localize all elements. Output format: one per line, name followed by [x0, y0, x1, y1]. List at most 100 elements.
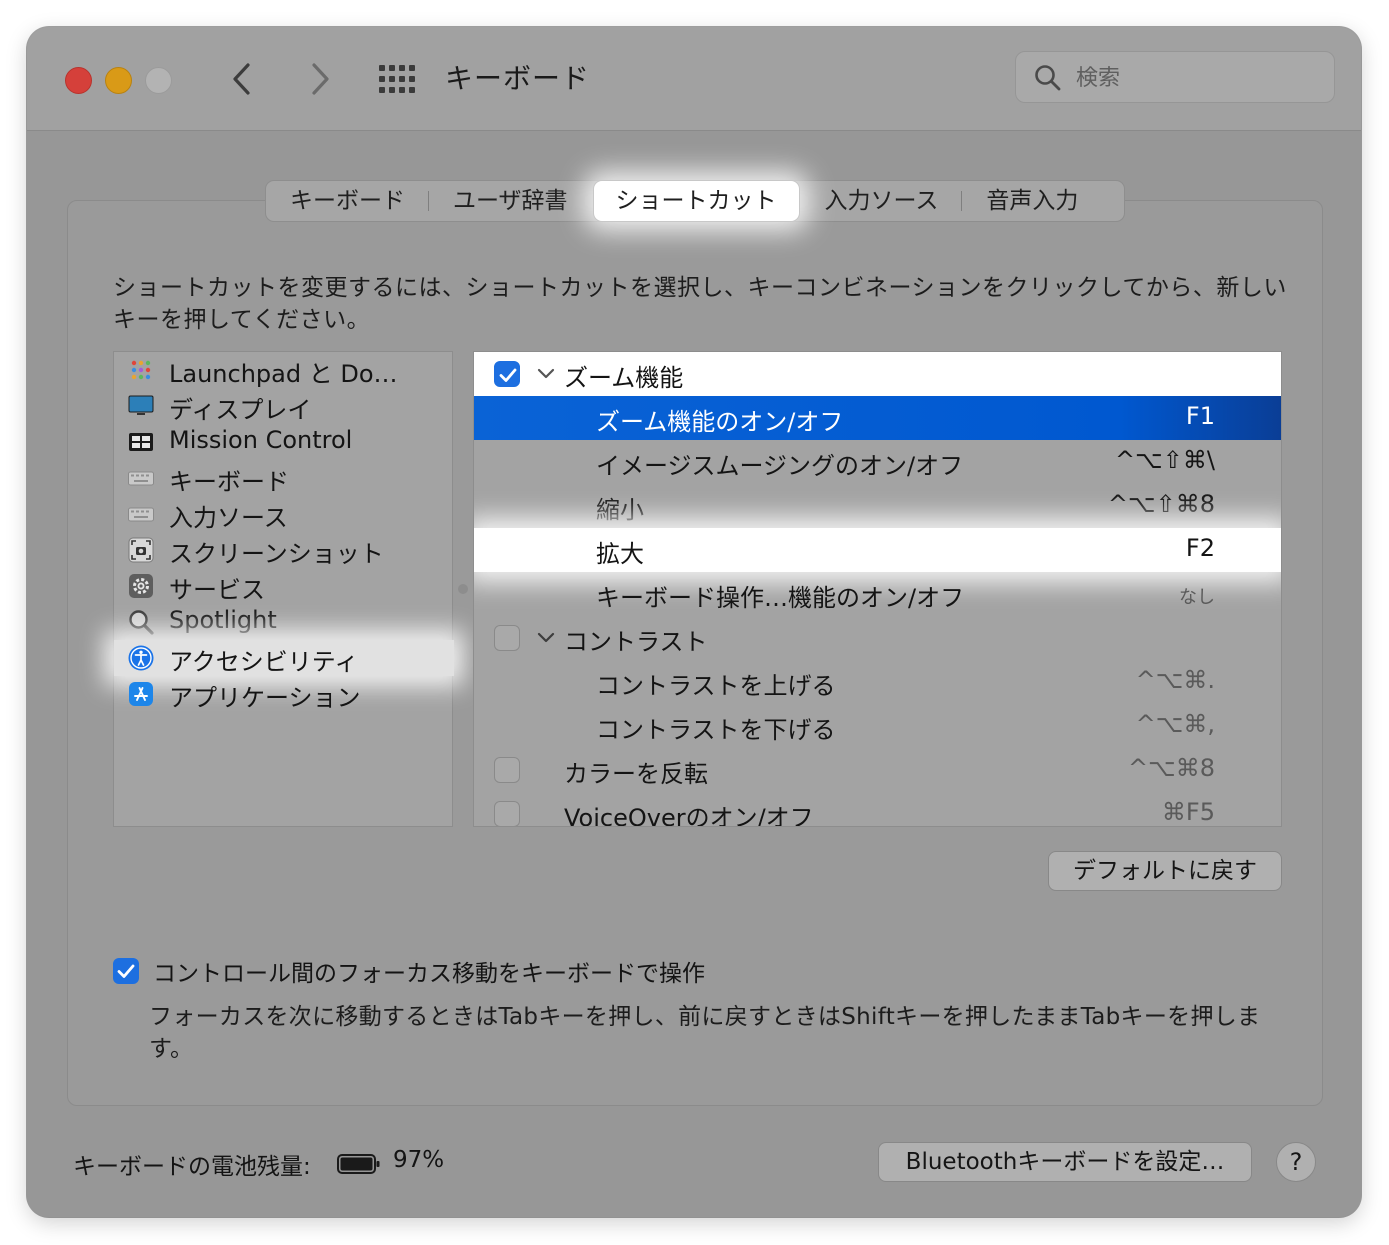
shortcut-row[interactable]: イメージスムージングのオン/オフ ^⌥⇧⌘\: [474, 440, 1281, 484]
checkmark-icon: [117, 964, 135, 978]
chevron-down-icon[interactable]: [537, 631, 555, 645]
category-list[interactable]: Launchpad と Do… ディスプレイ Mission Control キ…: [113, 351, 454, 827]
shortcut-group-zoom[interactable]: ズーム機能: [474, 352, 1281, 396]
zoom-window-button[interactable]: [145, 67, 172, 94]
input-source-icon: [128, 507, 154, 522]
search-field[interactable]: [1015, 51, 1335, 103]
launchpad-icon: [131, 360, 151, 380]
screenshot-icon: [128, 537, 154, 563]
mission-control-icon: [129, 433, 153, 451]
shortcut-row[interactable]: ズーム機能のオン/オフ F1: [474, 396, 1281, 440]
help-button[interactable]: ?: [1276, 1142, 1316, 1182]
category-screenshots[interactable]: スクリーンショット: [114, 532, 454, 568]
shortcut-label: キーボード操作…機能のオン/オフ: [596, 584, 965, 612]
tab-user-dictionary[interactable]: ユーザ辞書: [429, 180, 592, 222]
shortcut-key[interactable]: F1: [1186, 402, 1215, 430]
category-label: Spotlight: [169, 606, 277, 634]
shortcut-key[interactable]: ^⌥⇧⌘\: [1115, 446, 1215, 474]
search-icon: [1035, 65, 1061, 91]
category-input-sources[interactable]: 入力ソース: [114, 496, 454, 532]
shortcut-key[interactable]: F2: [1186, 534, 1215, 562]
checkbox[interactable]: [494, 625, 520, 651]
chevron-down-icon[interactable]: [537, 367, 555, 381]
shortcut-label: イメージスムージングのオン/オフ: [596, 452, 964, 480]
shortcut-row[interactable]: コントラストを上げる ^⌥⌘.: [474, 660, 1281, 704]
category-launchpad[interactable]: Launchpad と Do…: [114, 352, 454, 388]
tab-bar: キーボード ユーザ辞書 ショートカット 入力ソース 音声入力: [265, 180, 1125, 222]
checkbox[interactable]: [494, 757, 520, 783]
checkmark-icon: [499, 368, 517, 382]
battery-icon: [337, 1154, 380, 1174]
category-label: スクリーンショット: [169, 540, 384, 568]
chevron-right-icon: [312, 63, 329, 95]
checkbox[interactable]: [494, 361, 520, 387]
category-label: Mission Control: [169, 426, 353, 454]
shortcut-label: 縮小: [596, 496, 644, 524]
category-label: Launchpad と Do…: [169, 360, 398, 388]
window-title: キーボード: [445, 62, 591, 95]
shortcut-group-contrast[interactable]: コントラスト: [474, 616, 1281, 660]
shortcut-key[interactable]: ⌘F5: [1162, 798, 1215, 826]
shortcut-key[interactable]: ^⌥⇧⌘8: [1108, 490, 1215, 518]
battery-label: キーボードの電池残量:: [73, 1154, 311, 1180]
category-label: アプリケーション: [169, 684, 361, 712]
display-icon: [128, 395, 154, 415]
back-button[interactable]: [223, 59, 263, 99]
category-accessibility[interactable]: アクセシビリティ: [114, 640, 454, 676]
shortcut-key[interactable]: ^⌥⌘.: [1136, 666, 1215, 694]
services-gear-icon: [129, 574, 153, 598]
shortcut-row[interactable]: コントラストを下げる ^⌥⌘,: [474, 704, 1281, 748]
tab-dictation[interactable]: 音声入力: [962, 180, 1102, 222]
shortcut-label: コントラストを下げる: [596, 716, 836, 744]
search-input[interactable]: [1074, 62, 1318, 94]
grid-icon: [379, 65, 415, 93]
category-applications[interactable]: アプリケーション: [114, 676, 454, 712]
tab-input-sources[interactable]: 入力ソース: [801, 180, 963, 222]
tab-shortcuts[interactable]: ショートカット: [593, 181, 799, 221]
shortcut-label: 拡大: [596, 540, 644, 568]
battery-percent: 97%: [393, 1147, 445, 1173]
keyboard-navigation-label: コントロール間のフォーカス移動をキーボードで操作: [153, 961, 705, 987]
keyboard-preferences-window: キーボード キーボード ユーザ辞書 ショートカット 入力ソース 音声入力 ショー…: [27, 27, 1361, 1217]
shortcut-label: コントラストを上げる: [596, 672, 836, 700]
shortcut-label: ズーム機能: [564, 364, 684, 392]
category-label: サービス: [169, 576, 265, 604]
forward-button[interactable]: [299, 59, 339, 99]
shortcut-key[interactable]: なし: [1179, 583, 1215, 609]
shortcut-key[interactable]: ^⌥⌘,: [1136, 710, 1215, 738]
show-all-button[interactable]: [378, 64, 416, 94]
shortcut-label: ズーム機能のオン/オフ: [596, 408, 844, 436]
shortcut-label: コントラスト: [564, 628, 708, 656]
tab-keyboard[interactable]: キーボード: [266, 180, 429, 222]
split-view-divider[interactable]: [458, 584, 468, 594]
setup-bluetooth-keyboard-button[interactable]: Bluetoothキーボードを設定…: [878, 1142, 1252, 1182]
restore-defaults-button[interactable]: デフォルトに戻す: [1048, 851, 1282, 891]
category-display[interactable]: ディスプレイ: [114, 388, 454, 424]
keyboard-icon: [128, 471, 154, 486]
category-services[interactable]: サービス: [114, 568, 454, 604]
checkbox[interactable]: [494, 801, 520, 826]
shortcut-key[interactable]: ^⌥⌘8: [1128, 754, 1215, 782]
minimize-window-button[interactable]: [105, 67, 132, 94]
shortcut-list[interactable]: ズーム機能 ズーム機能のオン/オフ F1 イメージスムージングのオン/オフ ^⌥…: [473, 351, 1282, 827]
category-label: キーボード: [169, 468, 289, 496]
category-label: 入力ソース: [169, 504, 288, 532]
shortcut-row[interactable]: キーボード操作…機能のオン/オフ なし: [474, 572, 1281, 616]
keyboard-navigation-checkbox[interactable]: [113, 958, 139, 984]
shortcut-row[interactable]: カラーを反転 ^⌥⌘8: [474, 748, 1281, 792]
title-bar: キーボード: [27, 27, 1361, 131]
spotlight-magnifier-icon: [129, 610, 154, 635]
shortcut-row[interactable]: 縮小 ^⌥⇧⌘8: [474, 484, 1281, 528]
close-window-button[interactable]: [65, 67, 92, 94]
instructions-text: ショートカットを変更するには、ショートカットを選択し、キーコンビネーションをクリ…: [113, 275, 1287, 333]
category-label: ディスプレイ: [169, 396, 312, 424]
shortcut-row[interactable]: 拡大 F2: [474, 528, 1281, 572]
category-spotlight[interactable]: Spotlight: [114, 604, 454, 640]
shortcut-row[interactable]: VoiceOverのオン/オフ ⌘F5: [474, 792, 1281, 826]
keyboard-navigation-note: フォーカスを次に移動するときはTabキーを押し、前に戻すときはShiftキーを押…: [149, 1004, 1261, 1062]
category-keyboard[interactable]: キーボード: [114, 460, 454, 496]
category-label: アクセシビリティ: [169, 648, 359, 676]
app-store-icon: [129, 682, 153, 706]
category-mission-control[interactable]: Mission Control: [114, 424, 454, 460]
accessibility-icon: [128, 645, 154, 671]
